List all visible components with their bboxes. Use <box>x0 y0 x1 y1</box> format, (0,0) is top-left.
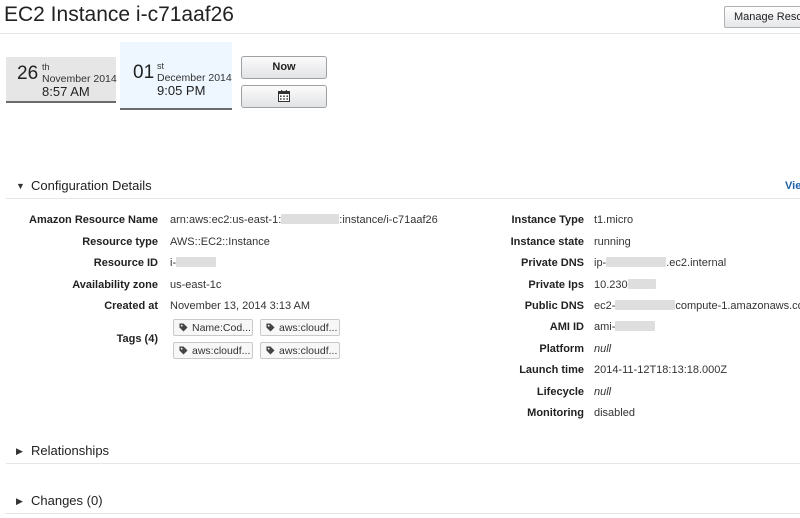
availability-zone-value: us-east-1c <box>170 279 222 291</box>
instance-type-label: Instance Type <box>511 214 584 226</box>
start-date-tile[interactable]: 26 th November 2014 8:57 AM <box>6 57 117 103</box>
tag-chip[interactable]: aws:cloudf... <box>260 319 340 336</box>
redacted-ami-id <box>615 321 656 331</box>
private-ips-label: Private Ips <box>528 279 584 291</box>
tag-icon <box>179 346 188 355</box>
resource-id-label: Resource ID <box>93 257 158 269</box>
tag-chip[interactable]: Name:Cod... <box>173 319 253 336</box>
monitoring-label: Monitoring <box>527 407 584 419</box>
collapse-triangle-icon[interactable]: ▼ <box>16 181 25 191</box>
platform-label: Platform <box>539 343 584 355</box>
launch-time-value: 2014-11-12T18:13:18.000Z <box>594 364 728 376</box>
expand-triangle-icon[interactable]: ▶ <box>16 496 23 507</box>
private-dns-label: Private DNS <box>521 257 584 269</box>
tags-label: Tags (4) <box>116 333 158 345</box>
public-dns-label: Public DNS <box>524 300 584 312</box>
redacted-public-dns <box>615 300 676 310</box>
arn-label: Amazon Resource Name <box>29 214 158 226</box>
relationships-divider <box>6 463 800 464</box>
start-day: 26 <box>17 63 39 84</box>
platform-value: null <box>594 343 612 355</box>
tag-icon <box>266 346 275 355</box>
now-button[interactable]: Now <box>241 56 327 79</box>
end-date-tile[interactable]: 01 st December 2014 9:05 PM <box>120 42 232 110</box>
header-divider <box>0 33 800 34</box>
arn-value: arn:aws:ec2:us-east-1::instance/i-c71aaf… <box>170 214 438 226</box>
launch-time-label: Launch time <box>519 364 584 376</box>
tag-chip[interactable]: aws:cloudf... <box>260 342 340 359</box>
instance-type-value: t1.micro <box>594 214 634 226</box>
view-link[interactable]: Viev <box>785 180 800 192</box>
redacted-resource-id <box>176 257 217 267</box>
created-at-label: Created at <box>104 300 158 312</box>
manage-resource-button[interactable]: Manage Resou <box>724 6 800 28</box>
end-time: 9:05 PM <box>157 83 206 98</box>
changes-divider <box>6 513 800 514</box>
configuration-details-title[interactable]: Configuration Details <box>31 178 152 193</box>
instance-state-value: running <box>594 236 631 248</box>
end-day: 01 <box>133 62 155 83</box>
private-ips-value: 10.230 <box>594 279 656 291</box>
ami-id-label: AMI ID <box>549 321 584 333</box>
ami-id-value: ami- <box>594 321 656 333</box>
tag-chip[interactable]: aws:cloudf... <box>173 342 253 359</box>
resource-type-label: Resource type <box>82 236 158 248</box>
lifecycle-value: null <box>594 386 612 398</box>
end-day-suffix: st <box>157 61 165 71</box>
tag-icon <box>266 323 275 332</box>
private-dns-value: ip- .ec2.internal <box>594 257 727 269</box>
created-at-value: November 13, 2014 3:13 AM <box>170 300 311 312</box>
resource-type-value: AWS::EC2::Instance <box>170 236 270 248</box>
availability-zone-label: Availability zone <box>72 279 158 291</box>
calendar-button[interactable] <box>241 85 327 108</box>
public-dns-value: ec2- compute-1.amazonaws.com <box>594 300 800 312</box>
instance-state-label: Instance state <box>510 236 584 248</box>
redacted-account-id <box>281 214 340 224</box>
expand-triangle-icon[interactable]: ▶ <box>16 446 23 457</box>
monitoring-value: disabled <box>594 407 635 419</box>
configuration-divider <box>6 198 800 199</box>
resource-id-value: i- <box>170 257 217 269</box>
start-day-suffix: th <box>42 62 50 72</box>
redacted-private-ip <box>627 279 656 289</box>
lifecycle-label: Lifecycle <box>536 386 584 398</box>
relationships-title[interactable]: Relationships <box>31 443 109 458</box>
calendar-icon <box>278 90 290 102</box>
changes-title[interactable]: Changes (0) <box>31 493 103 508</box>
redacted-private-dns <box>606 257 667 267</box>
tag-icon <box>179 323 188 332</box>
page-title: EC2 Instance i-c71aaf26 <box>4 3 234 26</box>
start-time: 8:57 AM <box>42 84 90 99</box>
